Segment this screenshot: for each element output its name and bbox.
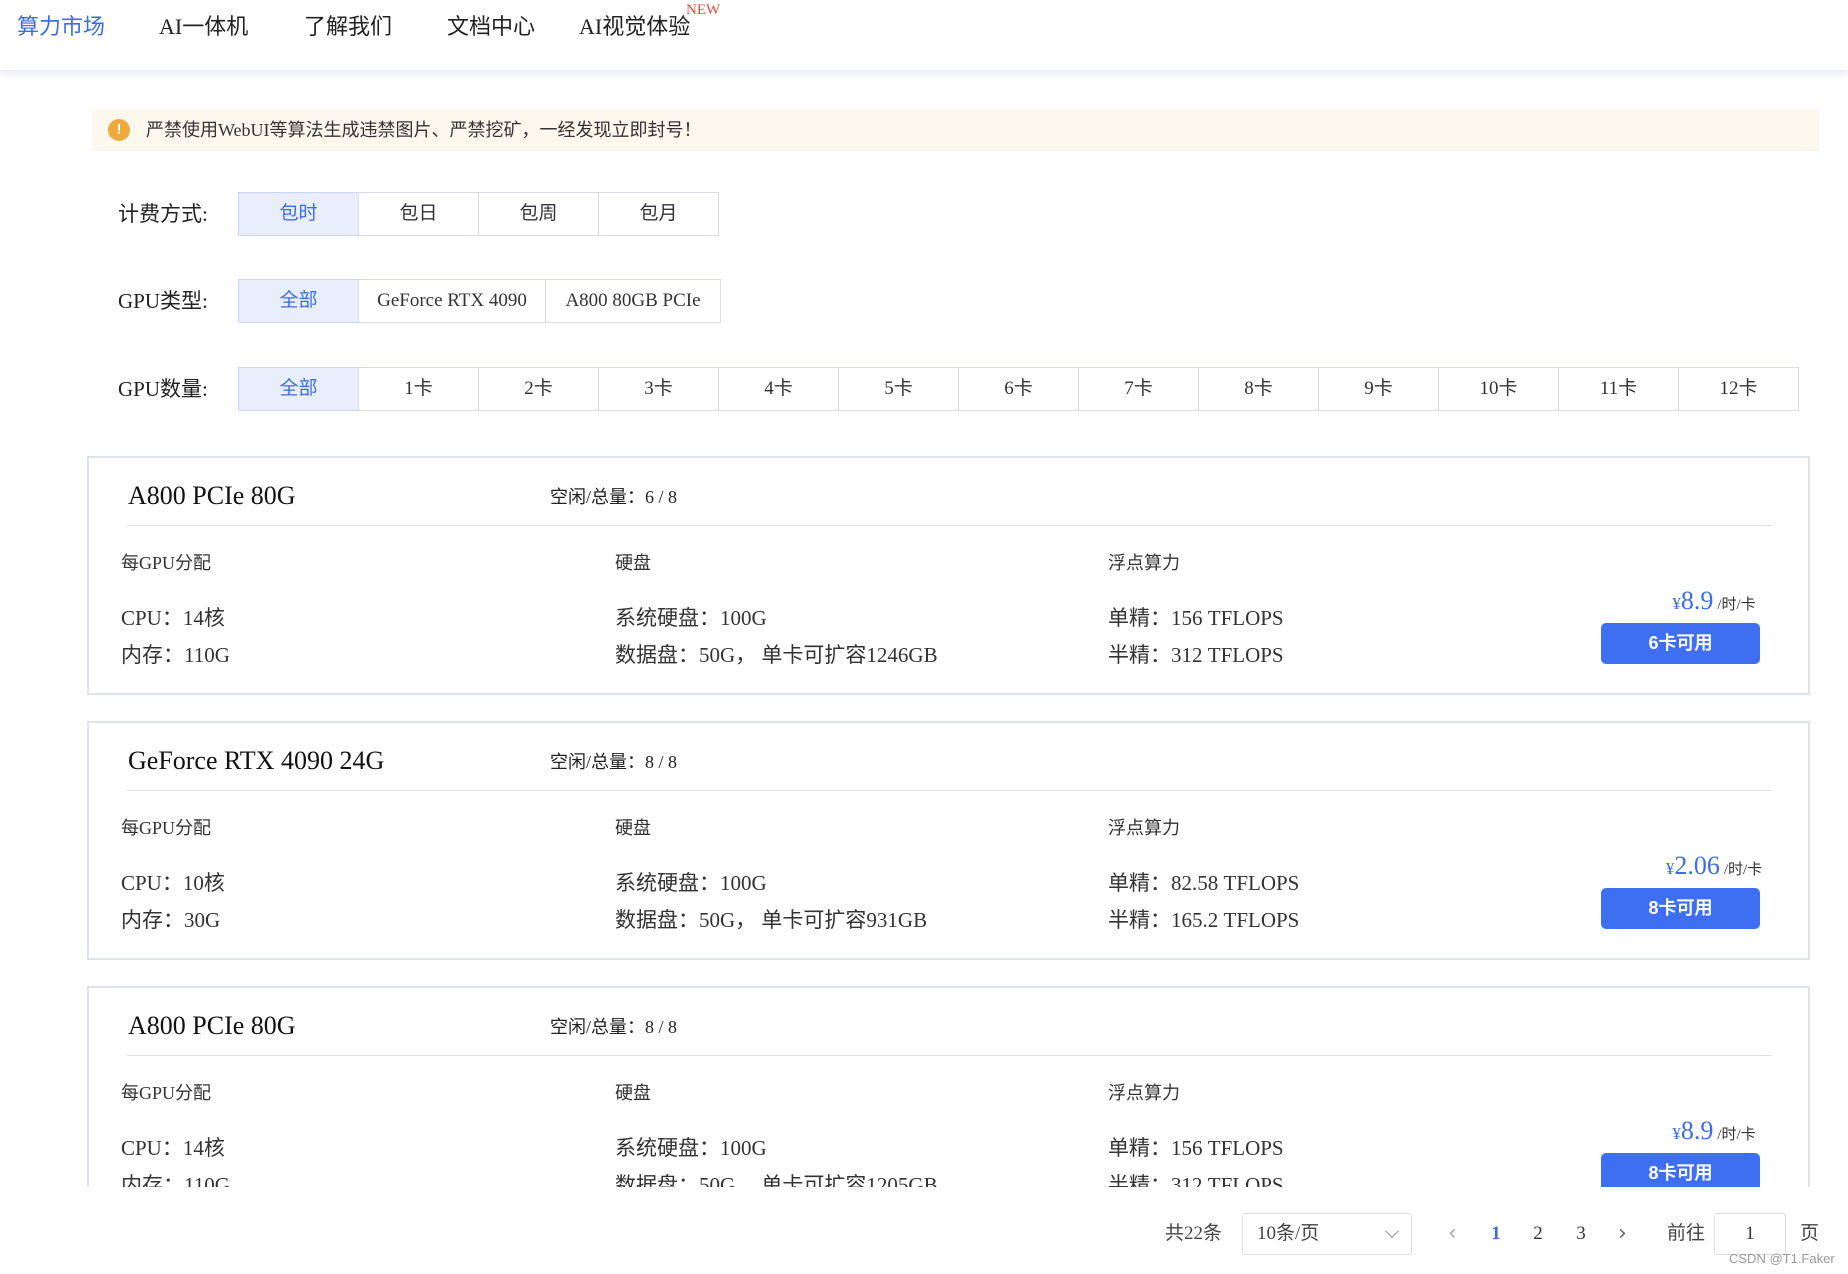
disk-heading: 硬盘	[615, 818, 651, 838]
price-unit: /时/卡	[1717, 597, 1756, 613]
per-gpu-heading: 每GPU分配	[121, 553, 212, 573]
price-amount: 8.9	[1680, 586, 1714, 615]
gpu-card-divider	[127, 1055, 1772, 1056]
gpu-card-availability: 空闲/总量：8 / 8	[550, 752, 678, 772]
gpu-card: A800 PCIe 80G 空闲/总量：8 / 8 每GPU分配 硬盘 浮点算力…	[87, 986, 1810, 1187]
per-gpu-heading: 每GPU分配	[121, 818, 212, 838]
gpu-list-viewport[interactable]: A800 PCIe 80G 空闲/总量：6 / 8 每GPU分配 硬盘 浮点算力…	[0, 0, 1848, 1187]
page-number[interactable]: 2	[1523, 1219, 1553, 1249]
price: ¥8.9 /时/卡	[1634, 586, 1794, 616]
cpu-spec: CPU：14核	[121, 1136, 225, 1160]
currency-symbol: ¥	[1672, 594, 1681, 613]
cpu-spec: CPU：14核	[121, 606, 225, 630]
fp32-spec: 单精：156 TFLOPS	[1108, 606, 1284, 630]
price-amount: 8.9	[1680, 1116, 1714, 1145]
disk-heading: 硬盘	[615, 1083, 651, 1103]
flops-heading: 浮点算力	[1108, 818, 1180, 838]
gpu-card-availability: 空闲/总量：6 / 8	[550, 487, 678, 507]
fp16-spec: 半精：165.2 TFLOPS	[1108, 908, 1300, 932]
data-disk-spec: 数据盘：50G， 单卡可扩容1246GB	[615, 643, 938, 667]
data-disk-spec: 数据盘：50G， 单卡可扩容1205GB	[615, 1173, 938, 1187]
gpu-card-divider	[127, 790, 1772, 791]
pagination-total: 共22条	[1165, 1223, 1223, 1244]
page-suffix-label: 页	[1800, 1223, 1820, 1244]
system-disk-spec: 系统硬盘：100G	[615, 1136, 767, 1160]
page-number[interactable]: 3	[1566, 1219, 1596, 1249]
price-amount: 2.06	[1674, 851, 1720, 880]
memory-spec: 内存：110G	[121, 643, 230, 667]
goto-label: 前往	[1667, 1223, 1706, 1244]
gpu-card-availability: 空闲/总量：8 / 8	[550, 1017, 678, 1037]
flops-heading: 浮点算力	[1108, 1083, 1180, 1103]
currency-symbol: ¥	[1672, 1124, 1681, 1143]
chevron-down-icon	[1384, 1223, 1400, 1239]
goto-page-input[interactable]: 1	[1714, 1213, 1786, 1255]
memory-spec: 内存：110G	[121, 1173, 230, 1187]
page-number[interactable]: 1	[1481, 1219, 1511, 1249]
disk-heading: 硬盘	[615, 553, 651, 573]
data-disk-spec: 数据盘：50G， 单卡可扩容931GB	[615, 908, 928, 932]
system-disk-spec: 系统硬盘：100G	[615, 606, 767, 630]
next-page-button[interactable]: ›	[1618, 1219, 1627, 1249]
system-disk-spec: 系统硬盘：100G	[615, 871, 767, 895]
rent-button[interactable]: 6卡可用	[1601, 623, 1760, 664]
price-unit: /时/卡	[1723, 862, 1763, 878]
fp16-spec: 半精：312 TFLOPS	[1108, 1173, 1284, 1187]
price: ¥8.9 /时/卡	[1634, 1116, 1794, 1146]
gpu-card-title: GeForce RTX 4090 24G	[128, 746, 385, 775]
gpu-card: GeForce RTX 4090 24G 空闲/总量：8 / 8 每GPU分配 …	[87, 721, 1810, 960]
fp32-spec: 单精：82.58 TFLOPS	[1108, 871, 1300, 895]
memory-spec: 内存：30G	[121, 908, 221, 932]
page-size-value: 10条/页	[1257, 1223, 1320, 1244]
price-unit: /时/卡	[1717, 1127, 1756, 1143]
gpu-card: A800 PCIe 80G 空闲/总量：6 / 8 每GPU分配 硬盘 浮点算力…	[87, 456, 1810, 695]
gpu-card-title: A800 PCIe 80G	[128, 481, 296, 510]
gpu-card-title: A800 PCIe 80G	[128, 1011, 296, 1040]
gpu-card-divider	[127, 525, 1772, 526]
flops-heading: 浮点算力	[1108, 553, 1180, 573]
watermark: CSDN @T1.Faker	[1729, 1251, 1835, 1266]
rent-button[interactable]: 8卡可用	[1601, 1153, 1760, 1187]
prev-page-button[interactable]: ‹	[1448, 1219, 1457, 1249]
price: ¥2.06 /时/卡	[1634, 851, 1794, 881]
rent-button[interactable]: 8卡可用	[1601, 888, 1760, 929]
fp16-spec: 半精：312 TFLOPS	[1108, 643, 1284, 667]
cpu-spec: CPU：10核	[121, 871, 225, 895]
page-size-select[interactable]: 10条/页	[1242, 1213, 1412, 1255]
per-gpu-heading: 每GPU分配	[121, 1083, 212, 1103]
fp32-spec: 单精：156 TFLOPS	[1108, 1136, 1284, 1160]
